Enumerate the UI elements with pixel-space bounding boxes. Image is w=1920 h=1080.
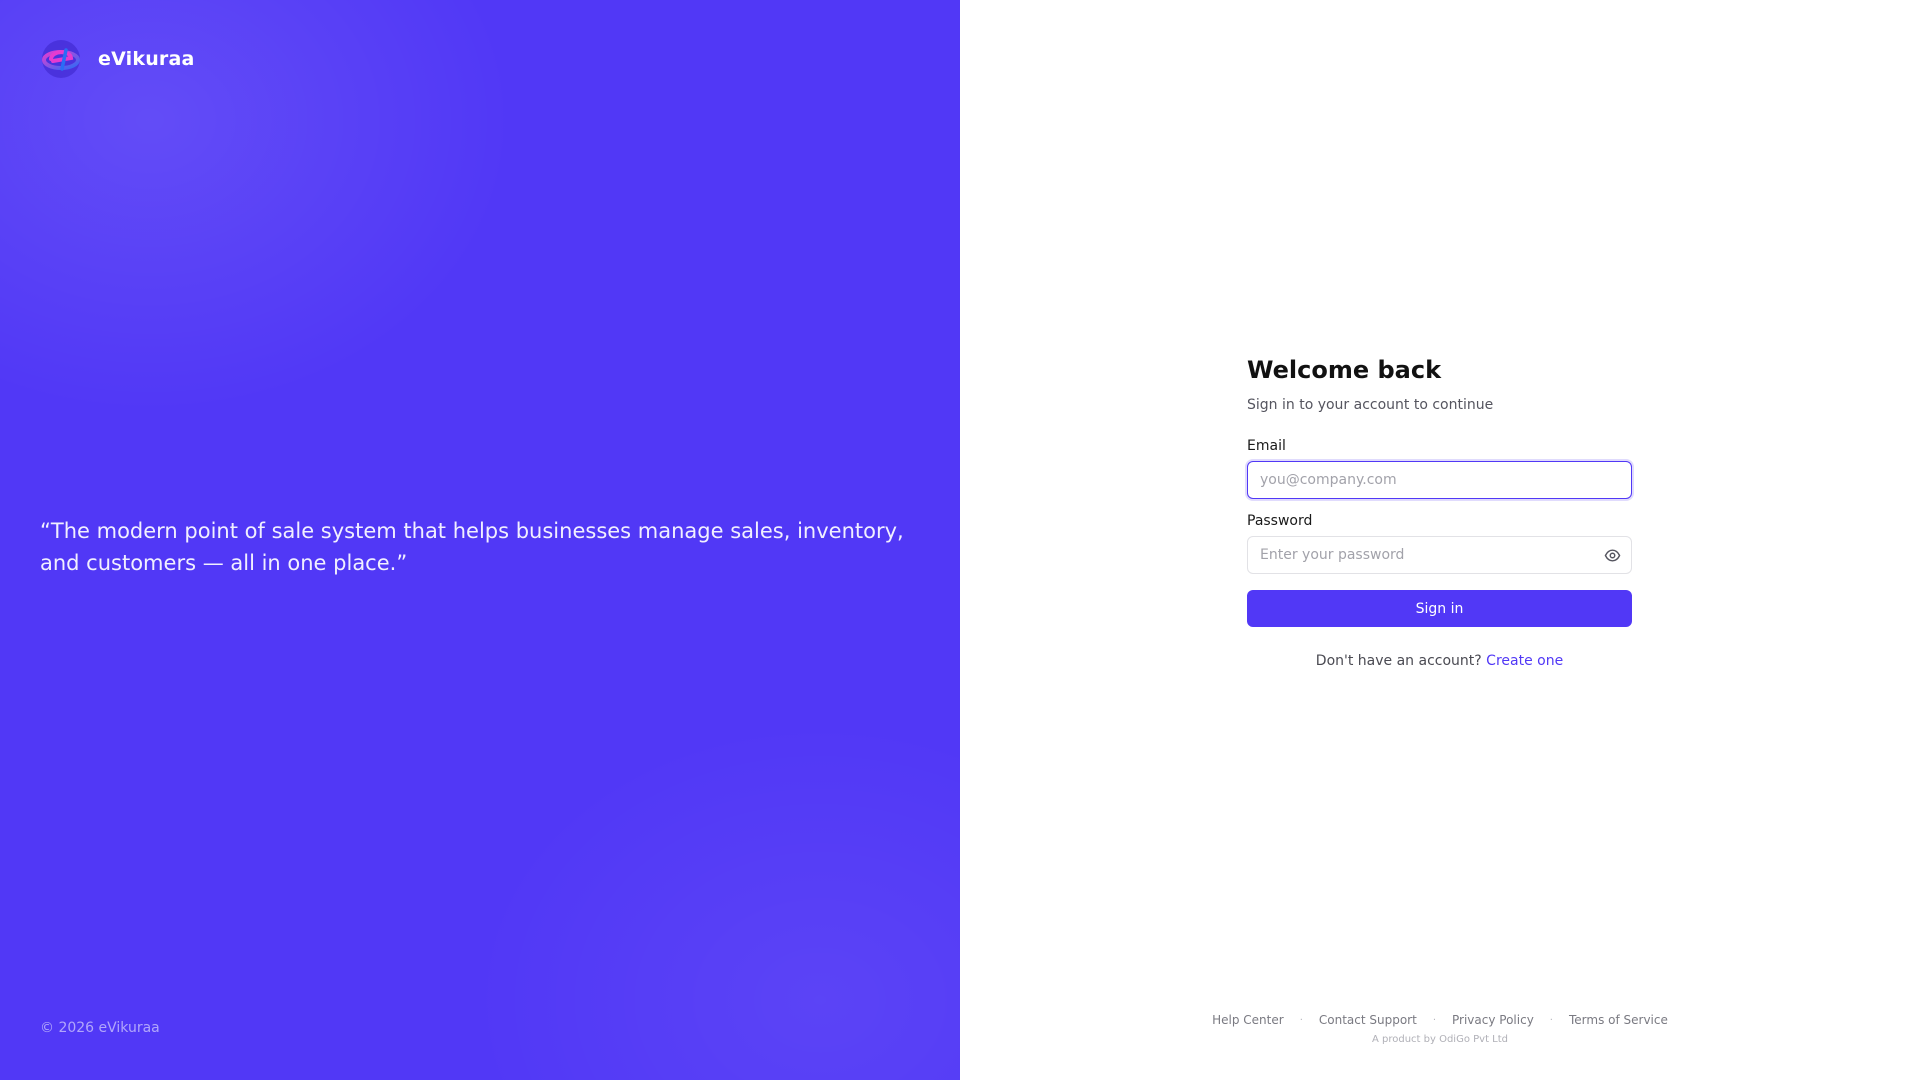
contact-support-link[interactable]: Contact Support	[1319, 1013, 1417, 1027]
privacy-policy-link[interactable]: Privacy Policy	[1452, 1013, 1534, 1027]
copyright: © 2026 eVikuraa	[40, 1020, 160, 1036]
brand-logo-icon	[42, 40, 80, 78]
page-subtitle: Sign in to your account to continue	[1247, 397, 1494, 413]
brand-name: eVikuraa	[98, 48, 195, 70]
password-label: Password	[1247, 513, 1313, 529]
login-panel: Welcome back Sign in to your account to …	[960, 0, 1920, 1080]
signup-prompt-text: Don't have an account?	[1315, 653, 1482, 669]
email-label: Email	[1247, 438, 1286, 454]
eye-icon	[1604, 548, 1620, 562]
password-field[interactable]	[1247, 536, 1632, 574]
hero-quote: “The modern point of sale system that he…	[40, 519, 904, 575]
footer-separator: ·	[1549, 1014, 1553, 1026]
help-center-link[interactable]: Help Center	[1212, 1013, 1284, 1027]
login-form: Welcome back Sign in to your account to …	[1247, 355, 1632, 669]
terms-of-service-link[interactable]: Terms of Service	[1569, 1013, 1668, 1027]
email-field-wrapper	[1247, 461, 1632, 499]
product-attribution: A product by OdiGo Pvt Ltd	[1371, 1034, 1509, 1045]
page-title: Welcome back	[1247, 356, 1442, 384]
create-account-link[interactable]: Create one	[1486, 653, 1563, 669]
footer-separator: ·	[1299, 1014, 1303, 1026]
toggle-password-visibility-button[interactable]	[1602, 545, 1622, 565]
footer: Help Center · Contact Support · Privacy …	[960, 1013, 1920, 1045]
sign-in-button[interactable]: Sign in	[1247, 590, 1632, 627]
brand: eVikuraa	[40, 38, 195, 80]
footer-links: Help Center · Contact Support · Privacy …	[960, 1013, 1920, 1027]
password-field-wrapper	[1247, 536, 1632, 574]
brand-panel: eVikuraa “The modern point of sale syste…	[0, 0, 960, 1080]
footer-separator: ·	[1432, 1014, 1437, 1026]
signup-prompt: Don't have an account? Create one	[1247, 653, 1632, 669]
email-field[interactable]	[1247, 461, 1632, 499]
